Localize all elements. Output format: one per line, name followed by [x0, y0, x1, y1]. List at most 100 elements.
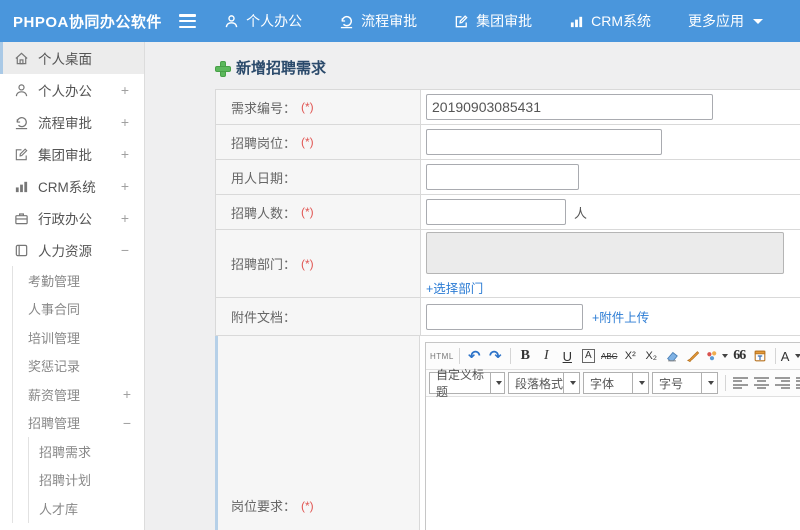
hr-book-icon [13, 243, 29, 258]
field-label: 用人日期： [231, 170, 297, 186]
required-mark: (*) [301, 100, 314, 114]
person-icon [13, 83, 29, 98]
eraser-icon[interactable] [663, 346, 682, 367]
nav-more-apps[interactable]: 更多应用 [688, 11, 763, 31]
top-bar: PHPOA协同办公软件 个人办公 流程审批 集团审批 CRM系统 更多应用 [0, 0, 800, 42]
align-center-icon[interactable] [752, 373, 771, 394]
top-nav: 个人办公 流程审批 集团审批 CRM系统 更多应用 [224, 11, 800, 31]
sidebar-item-rewards[interactable]: 奖惩记录 [13, 352, 144, 381]
sidebar-item-hr[interactable]: 人力资源 − [0, 234, 144, 266]
sidebar-item-personal-office[interactable]: 个人办公 + [0, 74, 144, 106]
form-row-headcount: 招聘人数： (*) 人 [216, 195, 800, 230]
form-row-department: 招聘部门： (*) +选择部门 [216, 230, 800, 298]
field-label: 岗位要求： [231, 499, 297, 514]
strikethrough-button[interactable]: ABC [600, 346, 619, 367]
sidebar-item-recruit-mgmt[interactable]: 招聘管理 − [13, 409, 144, 438]
sidebar-item-process-approval[interactable]: 流程审批 + [0, 106, 144, 138]
paste-icon[interactable] [751, 346, 770, 367]
italic-button[interactable]: I [537, 346, 556, 367]
field-label: 招聘部门： [231, 257, 297, 272]
required-mark: (*) [301, 256, 314, 271]
align-left-icon[interactable] [731, 373, 750, 394]
font-style-button[interactable]: A [579, 346, 598, 367]
required-mark: (*) [301, 205, 314, 219]
recruit-submenu: 招聘需求 招聘计划 人才库 [28, 437, 144, 523]
font-size-select[interactable]: 字号 [652, 372, 718, 394]
sidebar-item-talent-pool[interactable]: 人才库 [29, 494, 144, 523]
caret-down-icon [721, 354, 728, 358]
nav-crm[interactable]: CRM系统 [569, 11, 651, 31]
format-brush-icon[interactable] [684, 346, 703, 367]
font-color-button[interactable]: A [781, 346, 800, 367]
blockquote-button[interactable]: 66 [730, 346, 749, 367]
sidebar-item-attendance[interactable]: 考勤管理 [13, 266, 144, 295]
nav-personal-office[interactable]: 个人办公 [224, 11, 302, 31]
sidebar-item-crm[interactable]: CRM系统 + [0, 170, 144, 202]
add-plus-icon [215, 60, 231, 77]
redo-icon[interactable]: ↷ [486, 346, 505, 367]
underline-button[interactable]: U [558, 346, 577, 367]
bold-button[interactable]: B [516, 346, 535, 367]
edit-icon [454, 14, 469, 29]
headcount-input[interactable] [426, 199, 566, 225]
sidebar-item-admin-office[interactable]: 行政办公 + [0, 202, 144, 234]
subscript-button[interactable]: X₂ [642, 346, 661, 367]
font-family-select[interactable]: 字体 [583, 372, 649, 394]
custom-heading-select[interactable]: 自定义标题 [429, 368, 505, 399]
required-mark: (*) [301, 135, 314, 149]
sidebar-item-hr-contract[interactable]: 人事合同 [13, 295, 144, 324]
sidebar-item-group-approval[interactable]: 集团审批 + [0, 138, 144, 170]
bar-chart-icon [13, 179, 29, 194]
main-content: 新增招聘需求 需求编号： (*) 招聘岗位： (*) 用人日期： [145, 42, 800, 530]
headcount-unit: 人 [574, 205, 588, 221]
form-row-hire-date: 用人日期： [216, 160, 800, 195]
page-title: 新增招聘需求 [215, 57, 800, 78]
required-mark: (*) [301, 498, 314, 513]
caret-down-icon [563, 373, 579, 393]
attachment-input[interactable] [426, 303, 583, 330]
field-label: 附件文档： [231, 310, 297, 325]
bar-chart-icon [569, 14, 584, 29]
home-icon [13, 51, 29, 66]
attachment-upload-link[interactable]: +附件上传 [592, 307, 649, 326]
menu-toggle-icon[interactable] [178, 14, 197, 28]
select-department-link[interactable]: +选择部门 [426, 278, 483, 297]
html-source-button[interactable]: HTML [430, 346, 454, 367]
hire-date-input[interactable] [426, 164, 579, 190]
nav-group-approval[interactable]: 集团审批 [454, 11, 532, 31]
editor-content[interactable] [426, 397, 800, 530]
caret-down-icon [489, 373, 504, 393]
edit-icon [13, 147, 29, 162]
editor-toolbar-row2: 自定义标题 段落格式 字体 字号 [426, 368, 800, 399]
caret-down-icon [795, 354, 800, 358]
sidebar-item-recruit-demand[interactable]: 招聘需求 [29, 437, 144, 466]
sidebar-item-desktop[interactable]: 个人桌面 [0, 42, 144, 74]
briefcase-icon [13, 211, 29, 226]
color-palette-icon[interactable] [705, 346, 728, 367]
superscript-button[interactable]: X² [621, 346, 640, 367]
field-label: 需求编号： [231, 100, 297, 116]
align-right-icon[interactable] [773, 373, 792, 394]
form-row-position: 招聘岗位： (*) [216, 125, 800, 160]
nav-process-approval[interactable]: 流程审批 [339, 11, 417, 31]
sidebar-item-salary[interactable]: 薪资管理 + [13, 380, 144, 409]
align-justify-icon[interactable] [794, 373, 800, 394]
sidebar-item-recruit-plan[interactable]: 招聘计划 [29, 466, 144, 495]
position-input[interactable] [426, 129, 662, 155]
undo-icon[interactable]: ↶ [465, 346, 484, 367]
form-row-requirements: 岗位要求： (*) HTML ↶ ↷ B I U A ABC X² X₂ 66 … [215, 336, 800, 530]
demand-no-input[interactable] [426, 94, 713, 120]
paragraph-format-select[interactable]: 段落格式 [508, 372, 580, 394]
field-label: 招聘岗位： [231, 135, 297, 151]
form-row-attachment: 附件文档： +附件上传 [216, 298, 800, 336]
person-icon [224, 14, 239, 29]
hr-submenu: 考勤管理 人事合同 培训管理 奖惩记录 薪资管理 + 招聘管理 − 招聘需求 招… [12, 266, 144, 523]
sidebar-item-training[interactable]: 培训管理 [13, 323, 144, 352]
caret-down-icon [701, 373, 717, 393]
caret-down-icon [632, 373, 648, 393]
app-logo: PHPOA协同办公软件 [13, 13, 162, 31]
department-display-box[interactable] [426, 232, 784, 274]
sidebar: 个人桌面 个人办公 + 流程审批 + 集团审批 + CRM系统 + 行政办公 +… [0, 42, 145, 530]
process-icon [339, 14, 354, 29]
process-icon [13, 115, 29, 130]
